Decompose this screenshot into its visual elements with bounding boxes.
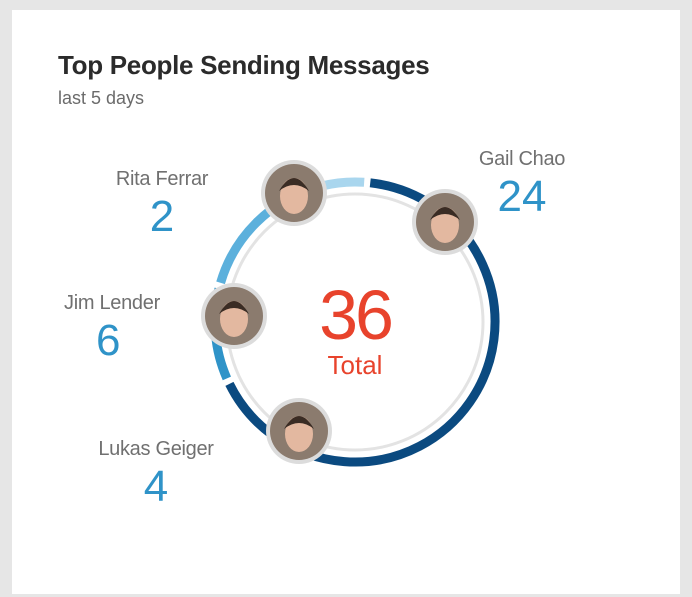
total-value: 36 (319, 276, 394, 354)
person-value: 24 (497, 172, 547, 221)
total-label: Total (327, 350, 383, 380)
person-value: 2 (149, 192, 175, 241)
avatar-rita-ferrar (261, 160, 327, 226)
label-rita-ferrar: Rita Ferrar 2 (92, 168, 232, 239)
person-name: Gail Chao (478, 148, 566, 170)
slice-rita-ferrar (320, 177, 365, 191)
label-gail-chao: Gail Chao 24 (452, 148, 592, 219)
person-name: Jim Lender (64, 292, 160, 314)
chart-card: Top People Sending Messages last 5 days … (12, 10, 680, 594)
person-value: 4 (143, 462, 169, 511)
label-jim-lender: Jim Lender 6 (46, 292, 186, 363)
avatar-jim-lender (201, 283, 267, 349)
label-lukas-geiger: Lukas Geiger 4 (76, 438, 236, 509)
avatar-lukas-geiger (266, 398, 332, 464)
person-name: Lukas Geiger (98, 438, 214, 460)
person-name: Rita Ferrar (115, 168, 209, 190)
person-value: 6 (96, 316, 121, 365)
